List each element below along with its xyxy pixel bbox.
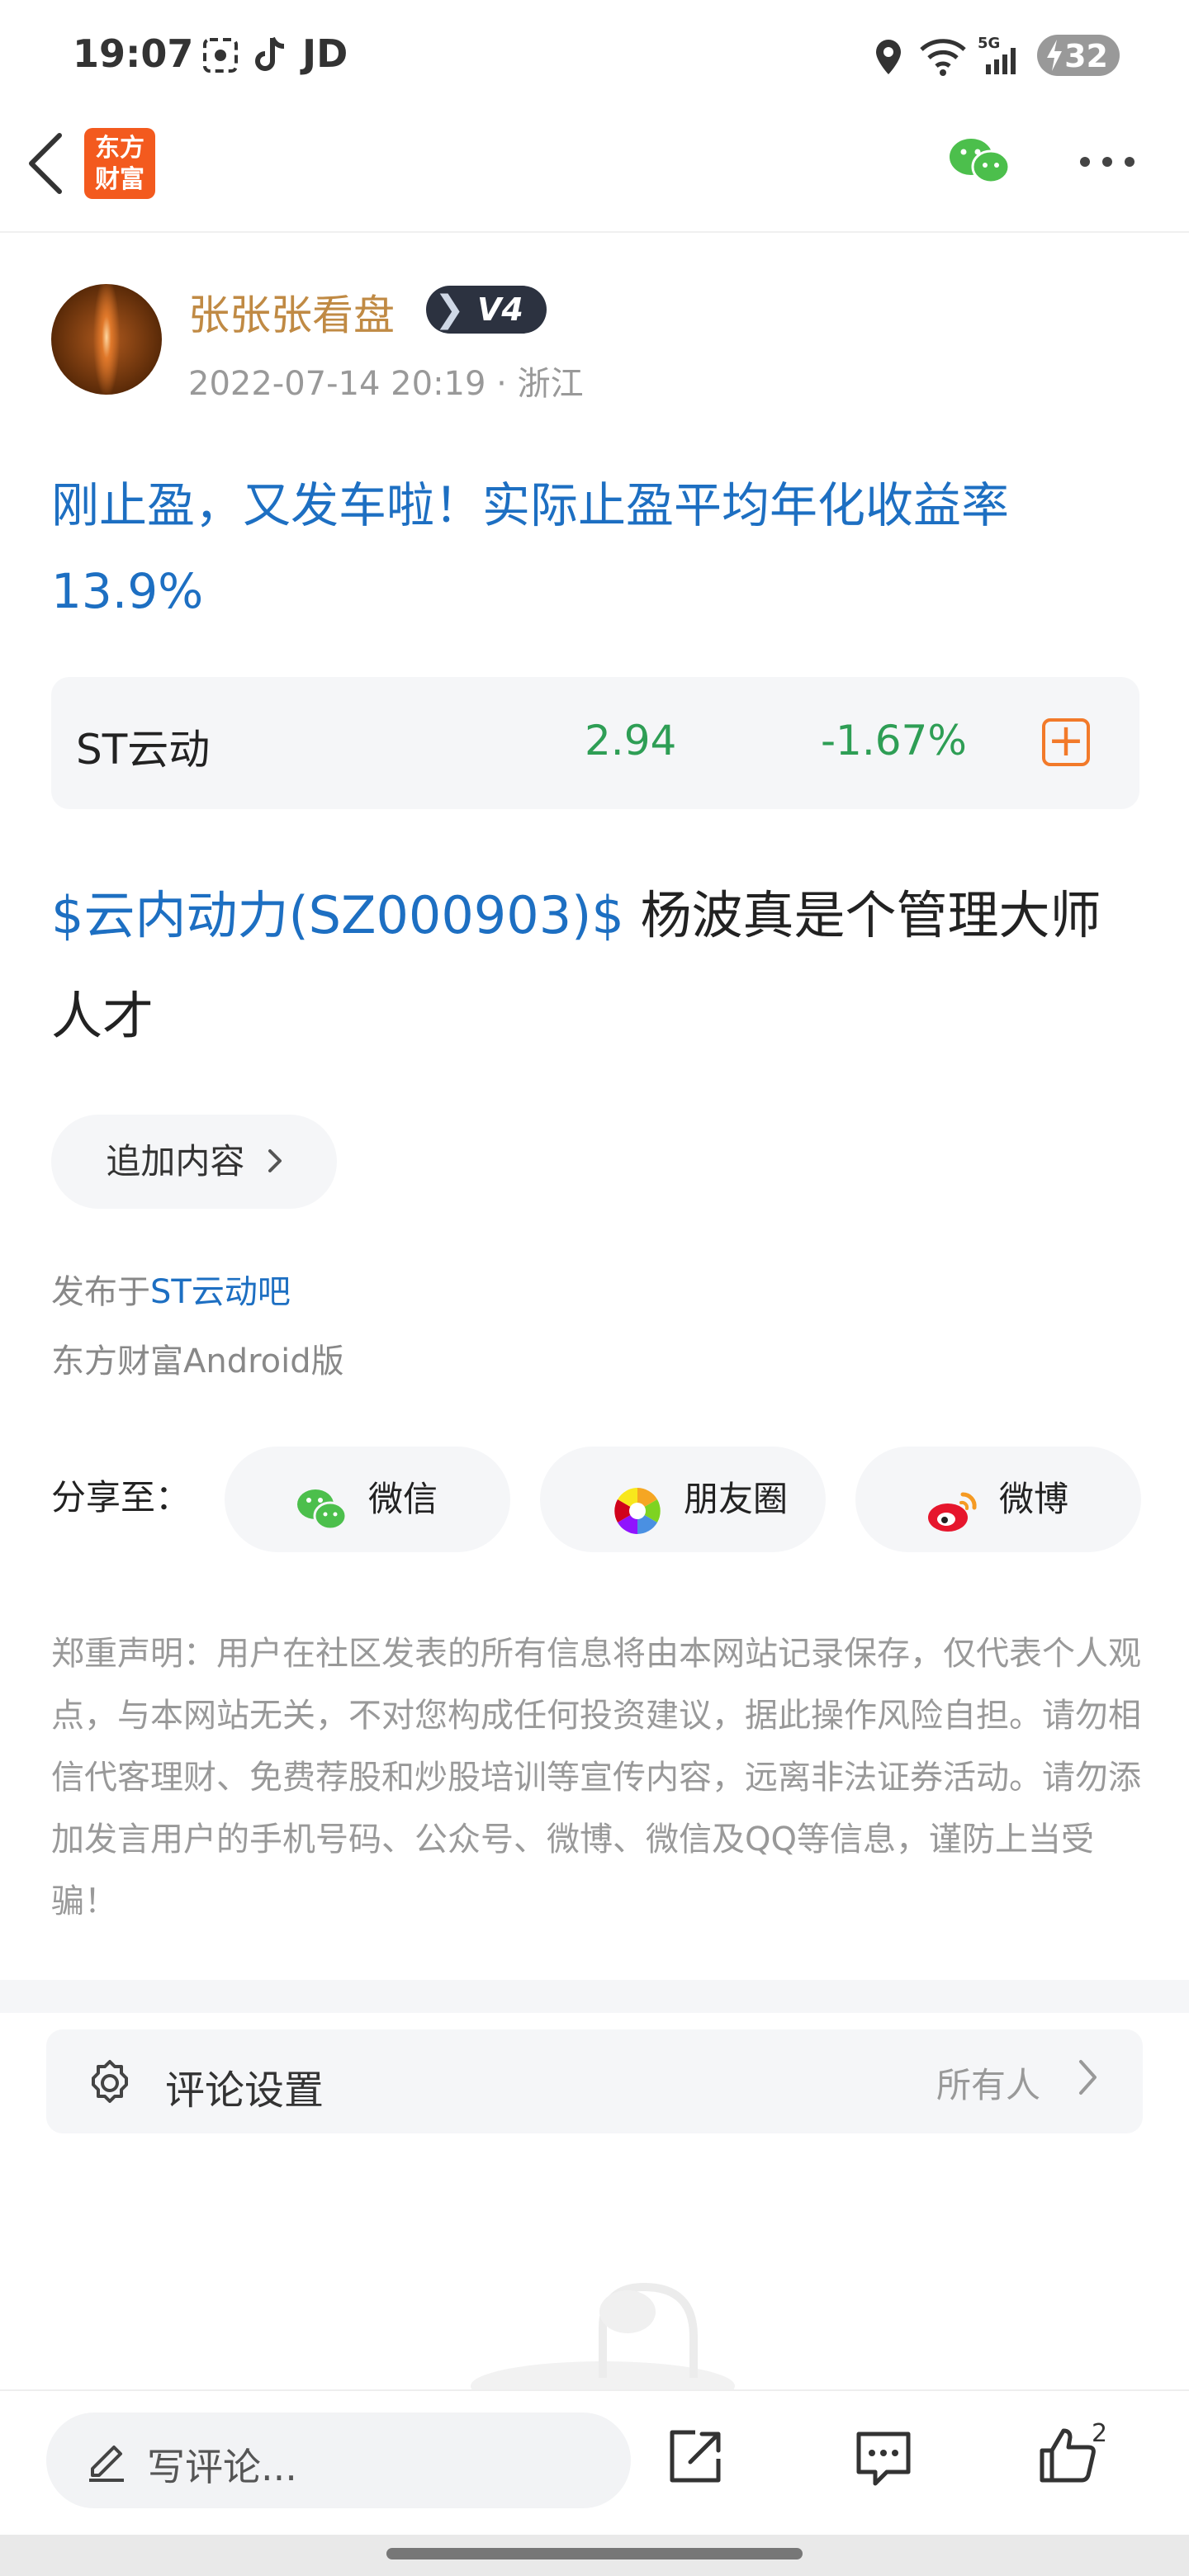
post-title: 刚止盈，又发车啦！实际止盈平均年化收益率13.9%	[51, 477, 1010, 619]
author-avatar[interactable]	[51, 284, 162, 395]
wifi-icon	[918, 36, 968, 79]
append-content-button[interactable]: 追加内容	[51, 1115, 337, 1209]
comment-settings-label: 评论设置	[165, 2067, 324, 2114]
battery-indicator: 32	[1037, 35, 1120, 76]
tiktok-icon	[253, 35, 289, 78]
author-name[interactable]: 张张张看盘	[188, 282, 395, 342]
charging-icon	[1044, 38, 1065, 76]
published-in: 发布于ST云动吧	[51, 1265, 291, 1313]
stock-mention-link[interactable]: $云内动力(SZ000903)$	[51, 885, 624, 945]
eastmoney-logo: 东方 财富	[84, 128, 155, 199]
published-prefix: 发布于	[51, 1273, 150, 1311]
stock-change: -1.67%	[821, 717, 967, 765]
stock-price: 2.94	[585, 717, 677, 765]
logo-line2: 财富	[95, 165, 144, 194]
empty-comments-illustration	[462, 2271, 743, 2411]
signal-5g-icon: 5G	[978, 33, 1024, 81]
share-wechat-label: 微信	[368, 1479, 438, 1519]
svg-text:5G: 5G	[978, 35, 1000, 52]
vip-v-icon: ❯	[434, 288, 465, 330]
share-weibo-button[interactable]: 微博	[855, 1447, 1141, 1552]
more-icon[interactable]	[1078, 155, 1136, 172]
forum-link[interactable]: ST云动吧	[150, 1273, 291, 1311]
share-moments-button[interactable]: 朋友圈	[540, 1447, 826, 1552]
section-divider	[0, 1980, 1189, 2013]
battery-level: 32	[1064, 38, 1108, 74]
status-app-label: JD	[302, 31, 348, 76]
comment-input[interactable]	[46, 2413, 631, 2508]
comment-icon[interactable]	[854, 2429, 913, 2492]
stock-name[interactable]: ST云动	[76, 717, 210, 776]
client-source: 东方财富Android版	[51, 1342, 344, 1380]
share-moments-label: 朋友圈	[684, 1479, 789, 1519]
weibo-icon	[926, 1473, 979, 1532]
back-icon[interactable]	[25, 132, 66, 198]
add-watchlist-icon[interactable]: +	[1042, 718, 1090, 766]
screenshot-icon	[201, 36, 239, 78]
wechat-icon	[296, 1473, 348, 1531]
status-time: 19:07	[73, 31, 194, 76]
level-badge: ❯ V4	[426, 286, 547, 334]
level-text: V4	[477, 291, 523, 328]
comment-placeholder: 写评论...	[147, 2445, 297, 2489]
share-label: 分享至：	[51, 1477, 191, 1518]
pencil-icon	[86, 2436, 127, 2485]
location-icon	[874, 38, 903, 79]
post-meta: 2022-07-14 20:19 · 浙江	[188, 365, 584, 403]
home-indicator[interactable]	[386, 2548, 803, 2559]
share-wechat-button[interactable]: 微信	[225, 1447, 510, 1552]
logo-line1: 东方	[95, 134, 144, 163]
like-count: 2	[1092, 2419, 1108, 2448]
disclaimer: 郑重声明：用户在社区发表的所有信息将由本网站记录保存，仅代表个人观点，与本网站无…	[51, 1635, 1141, 1920]
post-body: $云内动力(SZ000903)$ 杨波真是个管理大师人才	[51, 865, 1149, 1067]
chevron-right-icon	[1078, 2059, 1098, 2099]
wechat-share-icon[interactable]	[948, 135, 1012, 192]
thumbs-up-icon[interactable]	[1037, 2424, 1098, 2488]
gear-icon	[83, 2056, 137, 2114]
append-content-label: 追加内容	[106, 1141, 245, 1181]
share-out-icon[interactable]	[666, 2427, 725, 2490]
chevron-right-icon	[268, 1115, 282, 1209]
status-bar: 19:07 JD 5G 32	[0, 0, 1189, 111]
moments-icon	[611, 1473, 664, 1534]
share-weibo-label: 微博	[999, 1479, 1069, 1519]
comment-settings-value: 所有人	[936, 2065, 1041, 2105]
